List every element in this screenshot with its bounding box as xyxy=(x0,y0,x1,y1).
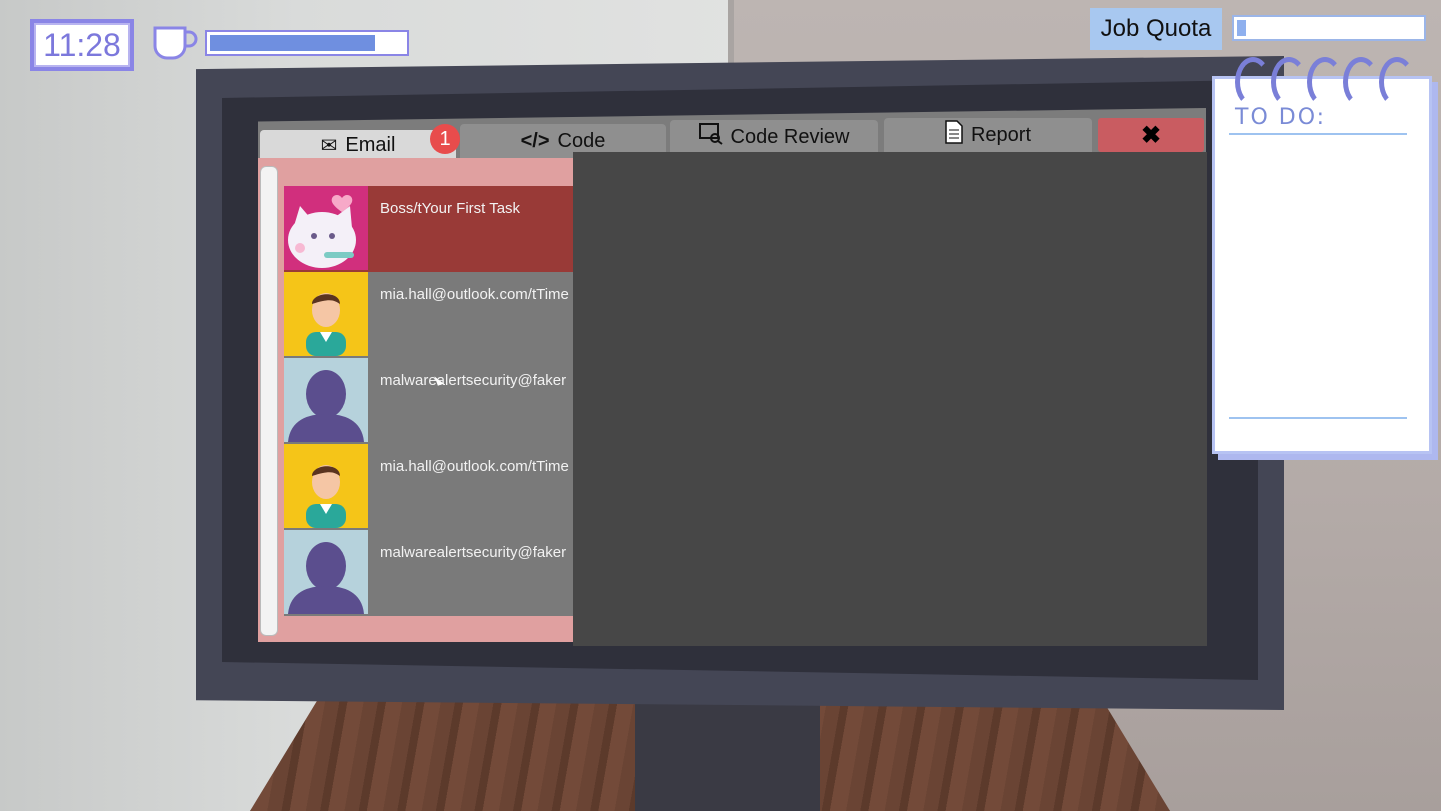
coffee-cup-icon xyxy=(152,22,198,62)
notebook-ring xyxy=(1343,57,1379,107)
job-quota-bar xyxy=(1232,15,1426,41)
email-row[interactable]: malwarealertsecurity@faker xyxy=(284,530,573,616)
job-quota-label: Job Quota xyxy=(1090,8,1222,50)
notebook-ring xyxy=(1271,57,1307,107)
email-sender: mia.hall@outlook.com/tTime xyxy=(380,286,569,303)
inbox-scrollbar[interactable] xyxy=(260,166,278,636)
email-sender: malwarealertsecurity@faker xyxy=(380,372,567,389)
energy-bar xyxy=(205,30,409,56)
energy-bar-fill xyxy=(210,35,375,51)
email-reading-pane xyxy=(573,152,1207,646)
envelope-icon: ✉ xyxy=(320,134,338,157)
silhouette-avatar xyxy=(284,530,368,614)
todo-notebook: TO DO: xyxy=(1212,57,1432,454)
tab-email[interactable]: ✉ Email xyxy=(260,130,456,160)
tab-code-review-label: Code Review xyxy=(730,125,850,148)
tab-code-review[interactable]: Code Review xyxy=(670,120,878,154)
person-avatar xyxy=(284,444,368,528)
todo-title: TO DO: xyxy=(1235,105,1327,130)
email-row[interactable]: malwarealertsecurity@faker xyxy=(284,358,573,444)
email-row[interactable]: Boss/tYour First Task xyxy=(284,186,573,272)
notebook-ring xyxy=(1307,57,1343,107)
email-row[interactable]: mia.hall@outlook.com/tTime xyxy=(284,444,573,530)
silhouette-avatar xyxy=(284,358,368,442)
cat-avatar xyxy=(284,186,368,270)
notebook-ring xyxy=(1235,57,1271,107)
todo-divider xyxy=(1229,133,1407,135)
todo-divider xyxy=(1229,417,1407,419)
email-sender: mia.hall@outlook.com/tTime xyxy=(380,458,569,475)
notebook-ring xyxy=(1379,57,1415,107)
code-icon: </> xyxy=(520,129,550,152)
tab-report-label: Report xyxy=(970,123,1032,146)
email-row[interactable]: mia.hall@outlook.com/tTime xyxy=(284,272,573,358)
game-clock: 11:28 xyxy=(30,19,134,71)
monitor-stand xyxy=(635,690,820,811)
code-review-icon xyxy=(698,123,723,151)
tab-report[interactable]: Report xyxy=(884,118,1092,152)
job-quota-bar-fill xyxy=(1237,20,1246,36)
tab-code-label: Code xyxy=(557,129,606,152)
tab-email-label: Email xyxy=(345,133,396,156)
person-avatar xyxy=(284,272,368,356)
unread-badge: 1 xyxy=(430,124,460,154)
document-icon xyxy=(945,120,963,150)
email-sender: malwarealertsecurity@faker xyxy=(380,544,567,561)
close-button[interactable]: ✖ xyxy=(1098,118,1204,152)
email-sender: Boss/tYour First Task xyxy=(380,200,521,217)
